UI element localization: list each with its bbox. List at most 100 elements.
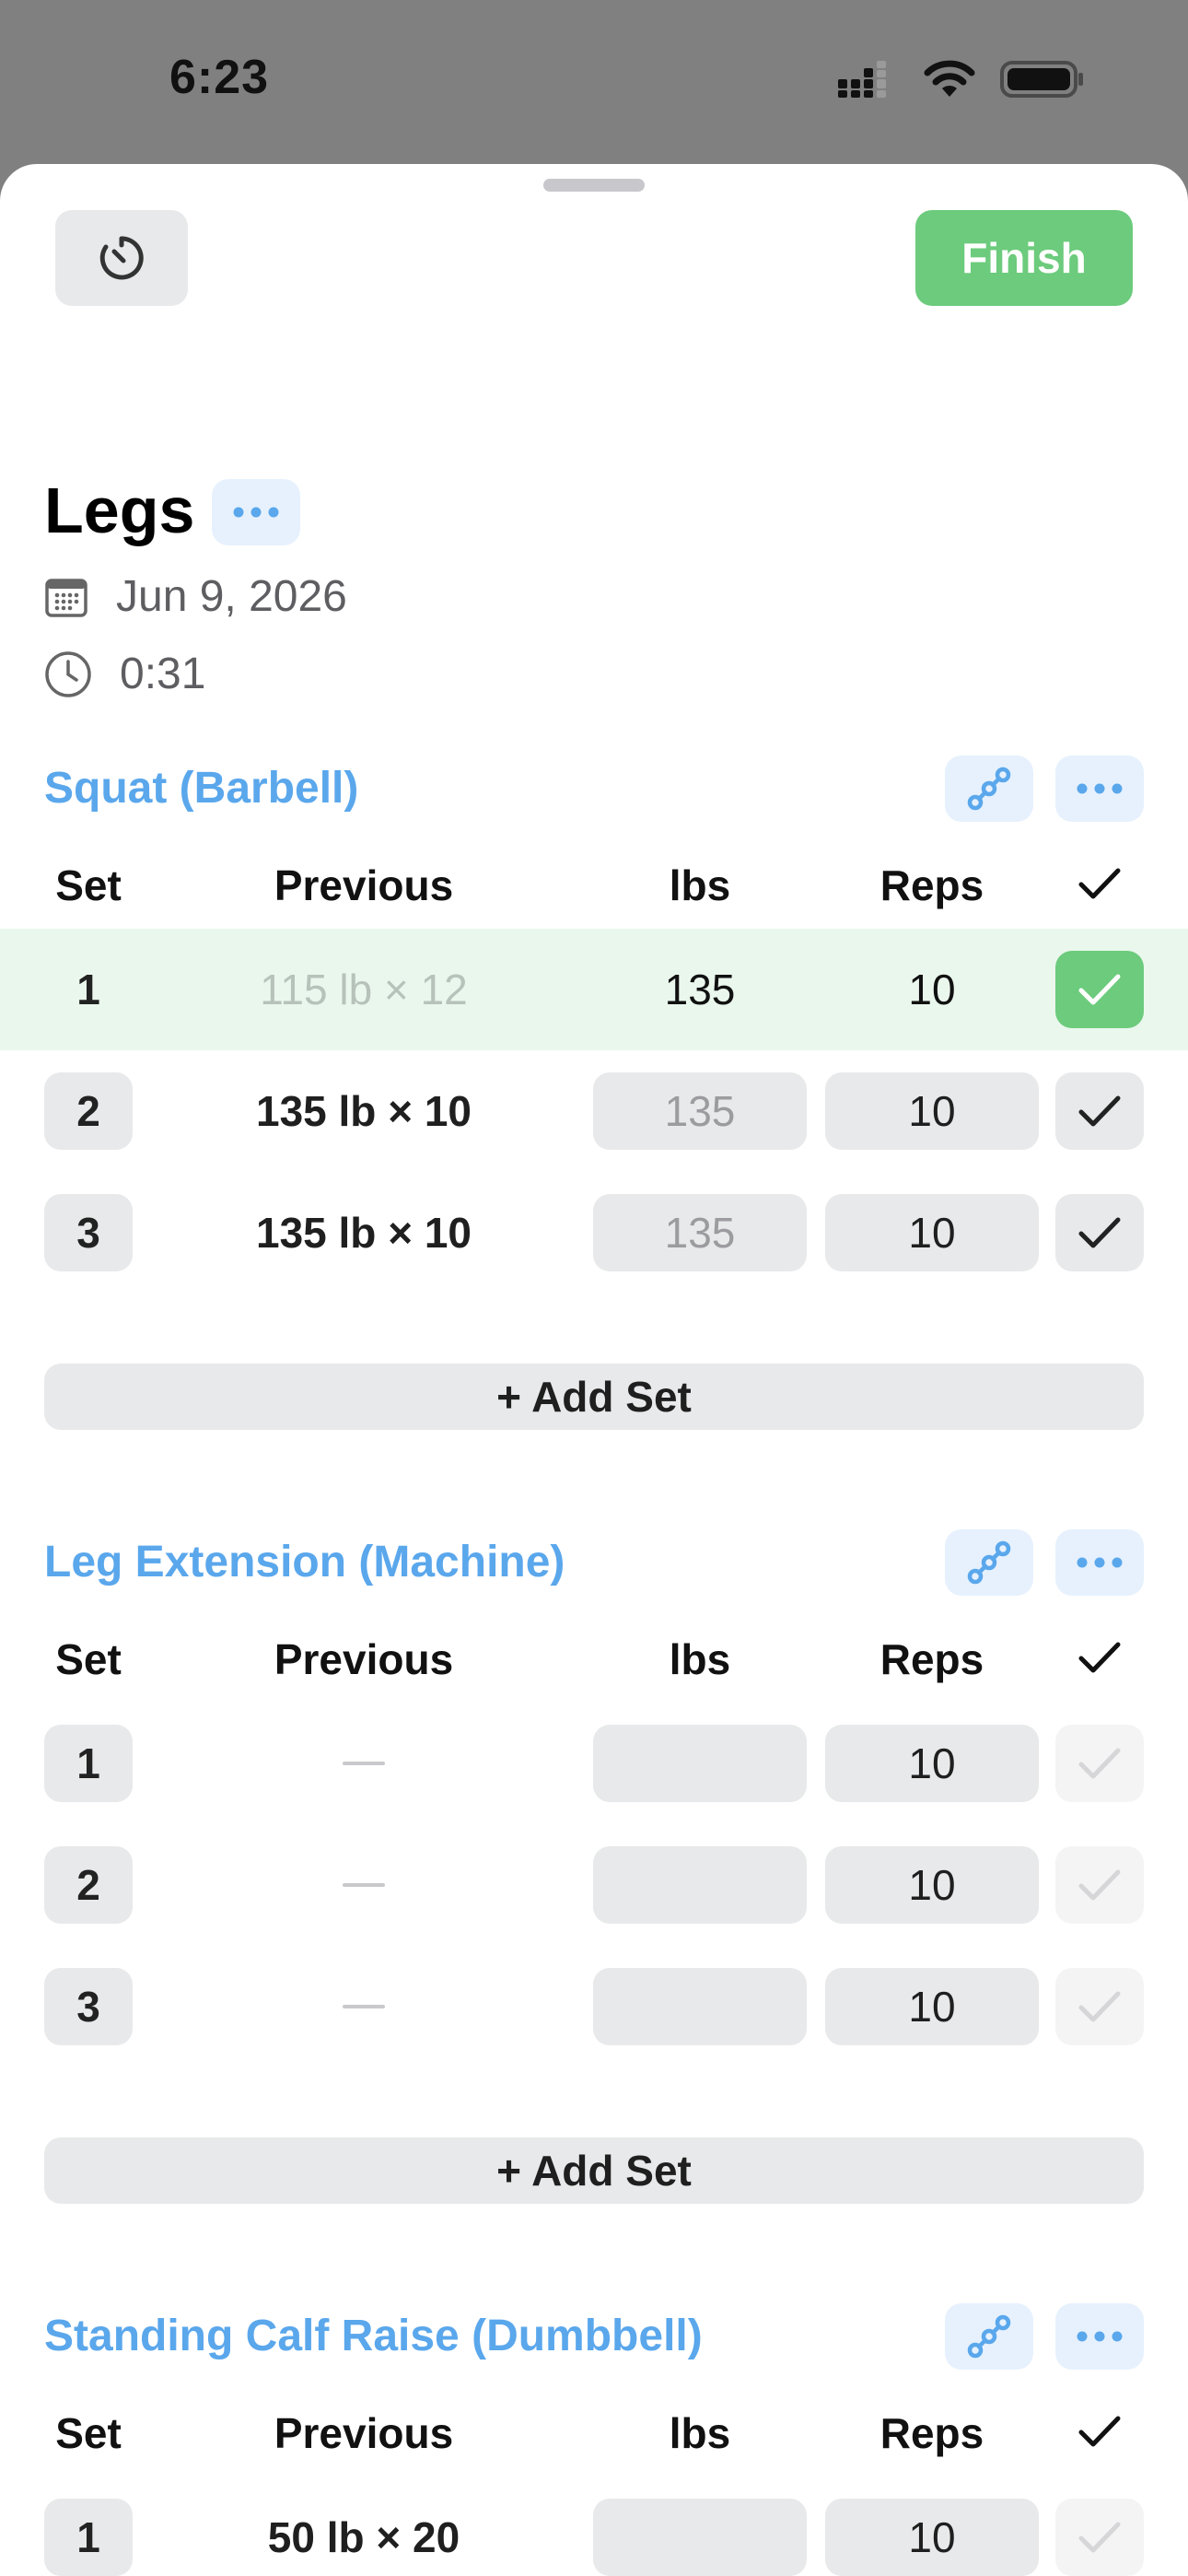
exercise-menu-button[interactable]	[1055, 2303, 1144, 2370]
sheet-grabber[interactable]	[543, 179, 645, 192]
exercise-link-button[interactable]	[945, 755, 1033, 822]
workout-duration: 0:31	[120, 650, 206, 698]
weight-input[interactable]: 135	[593, 1194, 807, 1271]
finish-button[interactable]: Finish	[915, 210, 1133, 306]
workout-title[interactable]: Legs	[44, 474, 194, 547]
previous-value[interactable]	[203, 1725, 525, 1802]
set-number[interactable]: 1	[44, 1725, 133, 1802]
previous-value[interactable]	[203, 1846, 525, 1924]
chain-link-icon	[967, 1540, 1011, 1585]
header-lbs: lbs	[669, 2409, 731, 2457]
exercise-menu-button[interactable]	[1055, 755, 1144, 822]
weight-input[interactable]: 135	[593, 951, 807, 1028]
status-icons	[838, 59, 1085, 100]
chain-link-icon	[967, 767, 1011, 811]
previous-value[interactable]: 50 lb × 20	[203, 2499, 525, 2576]
header-lbs: lbs	[669, 861, 731, 909]
set-number[interactable]: 2	[44, 1072, 133, 1150]
status-bar: 6:23	[0, 0, 1188, 161]
set-number[interactable]: 3	[44, 1194, 133, 1271]
rest-timer-button[interactable]	[55, 210, 188, 306]
exercise-name[interactable]: Squat (Barbell)	[44, 755, 358, 822]
reps-input[interactable]: 10	[825, 1725, 1039, 1802]
header-set: Set	[55, 1635, 122, 1683]
complete-set-button[interactable]	[1055, 2499, 1144, 2576]
weight-input[interactable]	[593, 1968, 807, 2045]
sets-table-header: Set Previous lbs Reps	[0, 2399, 1188, 2465]
workout-date-row[interactable]: Jun 9, 2026	[44, 571, 347, 622]
complete-set-button[interactable]	[1055, 1846, 1144, 1924]
reps-input[interactable]: 10	[825, 951, 1039, 1028]
checkmark-icon	[1078, 1217, 1121, 1248]
set-number[interactable]: 1	[44, 2499, 133, 2576]
exercise-link-button[interactable]	[945, 1529, 1033, 1596]
ellipsis-icon	[1077, 1557, 1123, 1568]
set-number[interactable]: 3	[44, 1968, 133, 2045]
exercise-link-button[interactable]	[945, 2303, 1033, 2370]
set-number[interactable]: 2	[44, 1846, 133, 1924]
weight-input[interactable]	[593, 2499, 807, 2576]
reps-input[interactable]: 10	[825, 1968, 1039, 2045]
header-reps: Reps	[879, 2409, 984, 2457]
set-row: 1 115 lb × 12 135 10	[0, 929, 1188, 1050]
set-number[interactable]: 1	[44, 951, 133, 1028]
weight-input[interactable]: 135	[593, 1072, 807, 1150]
header-check-icon	[1055, 1634, 1144, 1684]
reps-input[interactable]: 10	[825, 2499, 1039, 2576]
sets-table-header: Set Previous lbs Reps	[0, 1625, 1188, 1692]
reps-input[interactable]: 10	[825, 1846, 1039, 1924]
header-set: Set	[55, 861, 122, 909]
header-reps: Reps	[879, 1635, 984, 1683]
complete-set-button[interactable]	[1055, 1194, 1144, 1271]
cellular-signal-icon	[838, 61, 886, 98]
header-check-icon	[1055, 861, 1144, 910]
checkmark-icon	[1078, 2522, 1121, 2553]
header-lbs: lbs	[669, 1635, 731, 1683]
previous-value[interactable]	[203, 1968, 525, 2045]
workout-menu-button[interactable]	[212, 479, 300, 545]
header-check-icon	[1055, 2408, 1144, 2458]
chain-link-icon	[967, 2314, 1011, 2359]
previous-value[interactable]: 135 lb × 10	[203, 1194, 525, 1271]
ellipsis-icon	[1077, 2331, 1123, 2342]
empty-dash	[343, 2005, 385, 2008]
battery-icon	[1000, 61, 1083, 98]
checkmark-icon	[1078, 974, 1121, 1005]
header-reps: Reps	[879, 861, 984, 909]
ellipsis-icon	[233, 507, 279, 518]
set-row: 1 10	[0, 1703, 1188, 1824]
add-set-button[interactable]: + Add Set	[44, 2137, 1144, 2204]
checkmark-icon	[1078, 1095, 1121, 1127]
exercise-name[interactable]: Leg Extension (Machine)	[44, 1529, 565, 1596]
workout-duration-row: 0:31	[44, 649, 205, 699]
complete-set-button[interactable]	[1055, 1968, 1144, 2045]
reps-input[interactable]: 10	[825, 1194, 1039, 1271]
complete-set-button[interactable]	[1055, 1072, 1144, 1150]
reps-input[interactable]: 10	[825, 1072, 1039, 1150]
weight-input[interactable]	[593, 1846, 807, 1924]
timer-icon	[99, 236, 144, 280]
workout-sheet: Finish Legs Jun 9, 2026 0:31 Squat (Barb…	[0, 164, 1188, 2576]
previous-value[interactable]: 115 lb × 12	[203, 951, 525, 1028]
set-row: 2 10	[0, 1824, 1188, 1946]
ellipsis-icon	[1077, 783, 1123, 794]
wifi-icon	[924, 60, 975, 97]
weight-input[interactable]	[593, 1725, 807, 1802]
add-set-button[interactable]: + Add Set	[44, 1364, 1144, 1430]
screen: 6:23 Finish Legs Jun 9, 2026 0:31 Squat …	[0, 0, 1188, 2576]
checkmark-icon	[1078, 1869, 1121, 1901]
sets-table-header: Set Previous lbs Reps	[0, 851, 1188, 918]
header-set: Set	[55, 2409, 122, 2457]
complete-set-button[interactable]	[1055, 951, 1144, 1028]
previous-value[interactable]: 135 lb × 10	[203, 1072, 525, 1150]
set-row: 2 135 lb × 10 135 10	[0, 1050, 1188, 1172]
checkmark-icon	[1078, 1748, 1121, 1779]
workout-date: Jun 9, 2026	[116, 572, 347, 621]
exercise-name[interactable]: Standing Calf Raise (Dumbbell)	[44, 2303, 703, 2370]
exercise-menu-button[interactable]	[1055, 1529, 1144, 1596]
header-previous: Previous	[274, 2409, 454, 2457]
empty-dash	[343, 1762, 385, 1765]
set-row: 3 10	[0, 1946, 1188, 2067]
complete-set-button[interactable]	[1055, 1725, 1144, 1802]
clock-icon	[45, 650, 91, 697]
